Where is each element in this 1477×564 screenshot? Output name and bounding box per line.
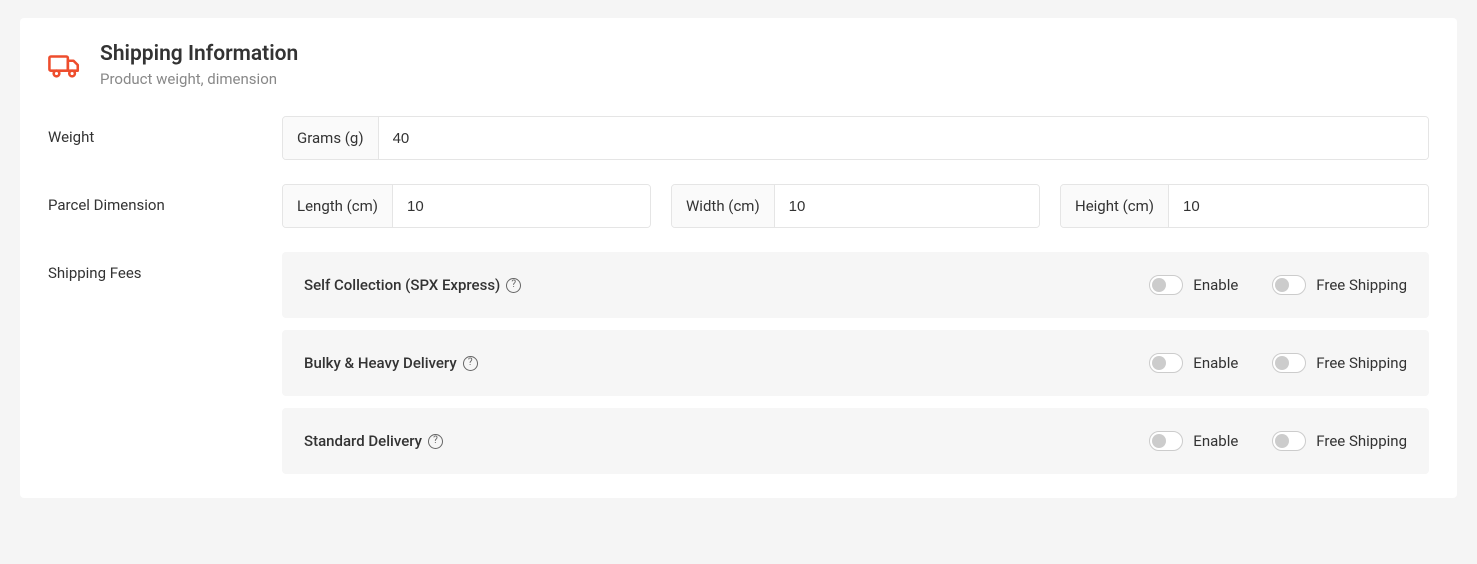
shipping-option-name-wrap: Standard Delivery?: [304, 432, 1115, 450]
help-icon[interactable]: ?: [506, 278, 521, 293]
enable-toggle[interactable]: [1149, 353, 1183, 373]
shipping-option-name: Bulky & Heavy Delivery: [304, 354, 457, 372]
dimension-label: Parcel Dimension: [48, 184, 282, 214]
enable-toggle-label: Enable: [1193, 354, 1238, 372]
toggle-knob: [1275, 278, 1289, 292]
weight-unit-label: Grams (g): [283, 117, 379, 159]
section-subtitle: Product weight, dimension: [100, 70, 1429, 88]
height-input-group: Height (cm): [1060, 184, 1429, 228]
truck-icon: [48, 48, 82, 82]
free-shipping-toggle-label: Free Shipping: [1316, 432, 1407, 450]
free-shipping-toggle-label: Free Shipping: [1316, 354, 1407, 372]
toggle-group-wrap: Enable Free Shipping: [1115, 431, 1407, 451]
free-shipping-toggle[interactable]: [1272, 431, 1306, 451]
free-shipping-toggle[interactable]: [1272, 275, 1306, 295]
dimension-row: Parcel Dimension Length (cm) Width (cm) …: [48, 184, 1429, 228]
weight-input-group: Grams (g): [282, 116, 1429, 160]
free-shipping-toggle[interactable]: [1272, 353, 1306, 373]
toggle-knob: [1275, 434, 1289, 448]
toggle-knob: [1152, 278, 1166, 292]
enable-toggle-group: Enable: [1149, 275, 1238, 295]
free-shipping-toggle-group: Free Shipping: [1272, 353, 1407, 373]
shipping-option-name-wrap: Bulky & Heavy Delivery?: [304, 354, 1115, 372]
enable-toggle[interactable]: [1149, 275, 1183, 295]
length-input[interactable]: [393, 185, 650, 227]
help-icon[interactable]: ?: [428, 434, 443, 449]
height-label: Height (cm): [1061, 185, 1169, 227]
weight-input[interactable]: [379, 117, 1428, 159]
shipping-info-card: Shipping Information Product weight, dim…: [20, 18, 1457, 498]
enable-toggle[interactable]: [1149, 431, 1183, 451]
length-label: Length (cm): [283, 185, 393, 227]
enable-toggle-label: Enable: [1193, 276, 1238, 294]
help-icon[interactable]: ?: [463, 356, 478, 371]
length-input-group: Length (cm): [282, 184, 651, 228]
weight-row: Weight Grams (g): [48, 116, 1429, 160]
toggle-knob: [1152, 356, 1166, 370]
shipping-option-row: Bulky & Heavy Delivery? Enable Free Shippi…: [282, 330, 1429, 396]
width-input[interactable]: [775, 185, 1039, 227]
width-label: Width (cm): [672, 185, 775, 227]
free-shipping-toggle-label: Free Shipping: [1316, 276, 1407, 294]
enable-toggle-group: Enable: [1149, 353, 1238, 373]
section-header: Shipping Information Product weight, dim…: [48, 42, 1429, 88]
weight-label: Weight: [48, 116, 282, 146]
height-input[interactable]: [1169, 185, 1428, 227]
shipping-option-name: Standard Delivery: [304, 432, 422, 450]
toggle-group-wrap: Enable Free Shipping: [1115, 275, 1407, 295]
free-shipping-toggle-group: Free Shipping: [1272, 275, 1407, 295]
toggle-knob: [1152, 434, 1166, 448]
shipping-option-name-wrap: Self Collection (SPX Express)?: [304, 276, 1115, 294]
section-title: Shipping Information: [100, 42, 1429, 66]
shipping-fees-row: Shipping Fees Self Collection (SPX Expre…: [48, 252, 1429, 474]
shipping-option-row: Self Collection (SPX Express)? Enable Free…: [282, 252, 1429, 318]
free-shipping-toggle-group: Free Shipping: [1272, 431, 1407, 451]
toggle-group-wrap: Enable Free Shipping: [1115, 353, 1407, 373]
enable-toggle-label: Enable: [1193, 432, 1238, 450]
toggle-knob: [1275, 356, 1289, 370]
enable-toggle-group: Enable: [1149, 431, 1238, 451]
shipping-option-row: Standard Delivery? Enable Free Shipping: [282, 408, 1429, 474]
width-input-group: Width (cm): [671, 184, 1040, 228]
shipping-option-name: Self Collection (SPX Express): [304, 276, 500, 294]
shipping-fees-label: Shipping Fees: [48, 252, 282, 282]
